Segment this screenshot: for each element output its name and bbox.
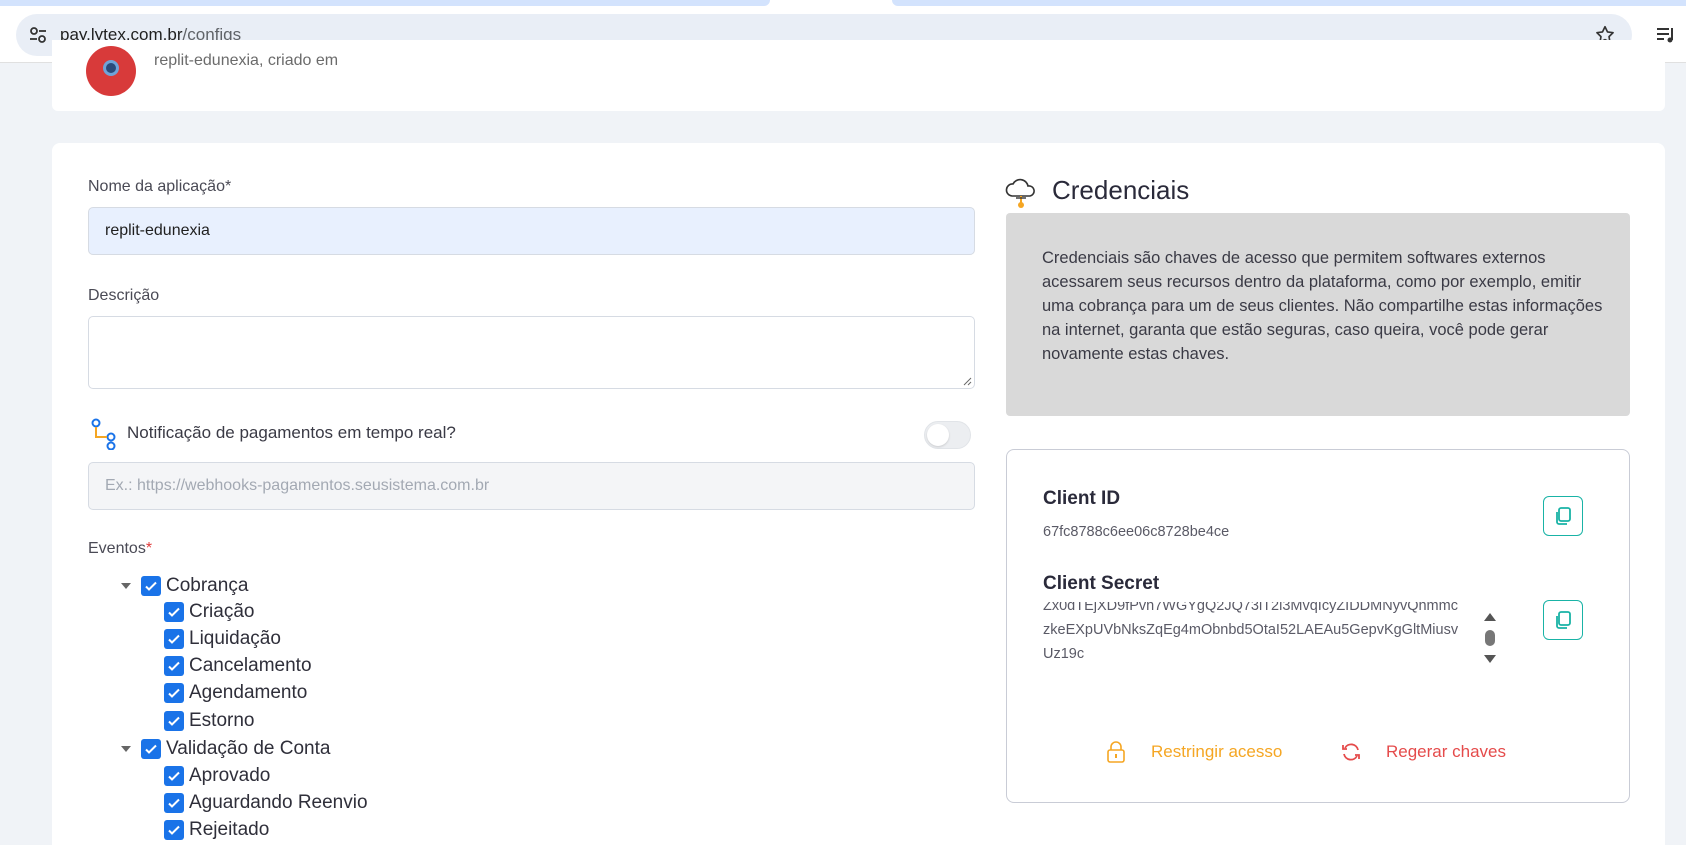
event-label: Validação de Conta — [166, 738, 331, 759]
restrict-access-button[interactable]: Restringir acesso — [1105, 741, 1282, 763]
webhook-icon — [91, 418, 117, 451]
checkbox-checked-icon[interactable] — [164, 793, 184, 813]
client-secret-value: Zx0dTEjXD9fPvh7WGYgQ2JQ73iT2l3MvqIcyZIDD… — [1043, 602, 1459, 662]
app-name-input[interactable]: replit-edunexia — [88, 207, 975, 255]
event-label: Estorno — [189, 710, 255, 731]
scrollbar-thumb[interactable] — [1485, 630, 1495, 646]
caret-down-icon[interactable] — [121, 746, 131, 752]
copy-icon — [1556, 611, 1571, 629]
event-item-aguardando-reenvio[interactable]: Aguardando Reenvio — [164, 791, 368, 815]
description-textarea[interactable] — [88, 316, 975, 389]
scroll-down-arrow-icon[interactable] — [1484, 655, 1496, 663]
event-group-cobranca[interactable]: Cobrança — [121, 574, 248, 598]
checkbox-checked-icon[interactable] — [164, 656, 184, 676]
event-item-liquidacao[interactable]: Liquidação — [164, 627, 281, 651]
restrict-access-label: Restringir acesso — [1151, 742, 1283, 761]
app-header-card: replit-edunexia, criado em — [52, 40, 1665, 111]
event-label: Liquidação — [189, 628, 281, 649]
event-item-rejeitado[interactable]: Rejeitado — [164, 818, 269, 842]
checkbox-checked-icon[interactable] — [164, 602, 184, 622]
copy-client-id-button[interactable] — [1543, 496, 1583, 536]
scroll-up-arrow-icon[interactable] — [1484, 613, 1496, 621]
credentials-keys-box: Client ID 67fc8788c6ee06c8728be4ce Clien… — [1006, 449, 1630, 803]
client-id-label: Client ID — [1043, 488, 1121, 509]
webhook-label: Notificação de pagamentos em tempo real? — [127, 423, 456, 442]
caret-down-icon[interactable] — [121, 583, 131, 589]
event-label: Cancelamento — [189, 655, 312, 676]
client-secret-label: Client Secret — [1043, 573, 1160, 594]
regenerate-keys-button[interactable]: Regerar chaves — [1340, 741, 1506, 763]
checkbox-checked-icon[interactable] — [164, 820, 184, 840]
webhook-toggle[interactable] — [924, 421, 971, 449]
regenerate-keys-label: Regerar chaves — [1386, 742, 1507, 761]
lock-icon — [1105, 741, 1127, 763]
client-secret-scroll-area[interactable]: Zx0dTEjXD9fPvh7WGYgQ2JQ73iT2l3MvqIcyZIDD… — [1043, 602, 1483, 664]
event-label: Aprovado — [189, 765, 271, 786]
credentials-info-box: Credenciais são chaves de acesso que per… — [1006, 213, 1630, 416]
client-id-value: 67fc8788c6ee06c8728be4ce — [1043, 524, 1230, 540]
webhook-url-input[interactable]: Ex.: https://webhooks-pagamentos.seusist… — [88, 462, 975, 510]
event-item-criacao[interactable]: Criação — [164, 600, 254, 624]
event-label: Criação — [189, 601, 255, 622]
checkbox-checked-icon[interactable] — [164, 683, 184, 703]
credentials-info-text: Credenciais são chaves de acesso que per… — [1042, 249, 1603, 363]
description-label: Descrição — [88, 287, 160, 304]
checkbox-checked-icon[interactable] — [141, 576, 161, 596]
checkbox-checked-icon[interactable] — [141, 739, 161, 759]
event-label: Aguardando Reenvio — [189, 792, 368, 813]
checkbox-checked-icon[interactable] — [164, 766, 184, 786]
copy-client-secret-button[interactable] — [1543, 600, 1583, 640]
app-subtitle: replit-edunexia, criado em — [154, 52, 339, 69]
event-item-agendamento[interactable]: Agendamento — [164, 681, 307, 705]
required-mark: * — [145, 540, 153, 557]
checkbox-checked-icon[interactable] — [164, 629, 184, 649]
event-item-aprovado[interactable]: Aprovado — [164, 764, 270, 788]
app-name-label: Nome da aplicação* — [88, 178, 232, 195]
site-settings-icon[interactable] — [26, 23, 50, 47]
credentials-title: Credenciais — [1052, 175, 1190, 205]
event-item-estorno[interactable]: Estorno — [164, 709, 254, 733]
event-label: Rejeitado — [189, 819, 270, 840]
refresh-icon — [1340, 741, 1362, 763]
event-item-cancelamento[interactable]: Cancelamento — [164, 654, 312, 678]
event-group-validacao-conta[interactable]: Validação de Conta — [121, 737, 330, 761]
events-label: Eventos* — [88, 540, 152, 558]
app-avatar — [86, 46, 136, 96]
events-label-text: Eventos — [88, 540, 146, 557]
cloud-lock-icon — [1004, 176, 1038, 208]
copy-icon — [1556, 507, 1571, 525]
checkbox-checked-icon[interactable] — [164, 711, 184, 731]
resize-grip-icon[interactable] — [962, 376, 972, 386]
event-label: Cobrança — [166, 575, 249, 596]
event-label: Agendamento — [189, 682, 308, 703]
